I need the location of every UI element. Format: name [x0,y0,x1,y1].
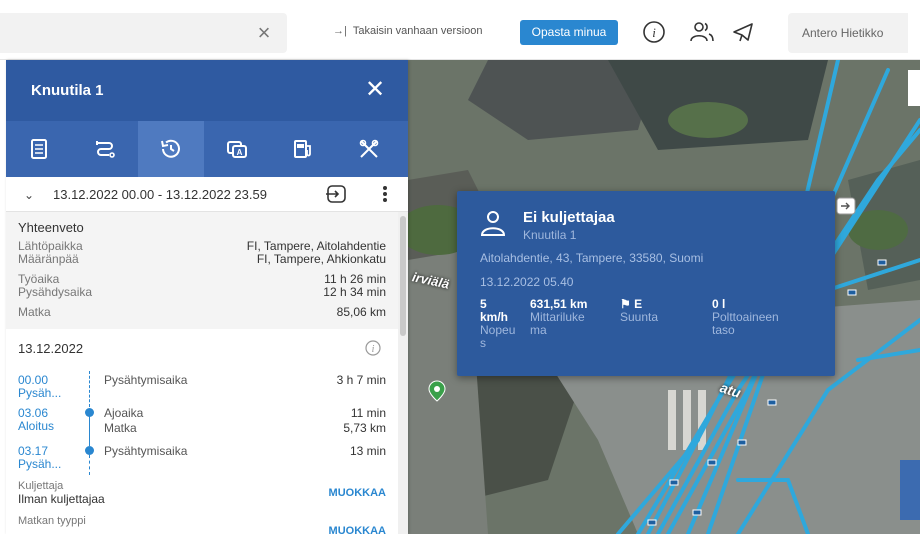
timeline-stop-line [89,371,90,407]
export-icon[interactable] [836,197,856,215]
fuel-label-cont: taso [712,323,735,337]
trip-type-label: Matkan tyyppi [18,515,86,527]
summary-row: Määränpää FI, Tampere, Ahkionkatu [18,253,386,266]
popup-driver-name: Ei kuljettajaa [523,209,615,226]
back-to-old-version-link[interactable]: →| Takaisin vanhaan versioon [333,25,483,37]
popup-stat-direction: ⚑ E Suunta [620,298,658,324]
edit-trip-type-link[interactable]: MUOKKAA [329,525,386,534]
panel-title: Knuutila 1 [31,82,104,99]
day-label: 13.12.2022 [18,341,84,356]
summary-key: Matka [18,305,51,319]
popup-address: Aitolahdentie, 43, Tampere, 33580, Suomi [480,251,704,265]
timeline-label: Pysähtymisaika [104,444,188,458]
top-bar: × →| Takaisin vanhaan versioon Opasta min… [0,0,920,60]
tab-details[interactable] [6,121,72,177]
panel-tabs: A [6,121,408,177]
driver-value: Ilman kuljettajaa [18,492,105,506]
vehicle-panel: Knuutila 1 ✕ A ⌄ 13.12.2022 00.00 - 13.1… [6,60,408,534]
popup-vehicle-name: Knuutila 1 [523,228,577,242]
timeline-stop-line [89,455,90,475]
summary-value: FI, Tampere, Ahkionkatu [256,252,386,266]
direction-flag-icon: ⚑ [620,297,635,311]
panel-content: Yhteenveto Lähtöpaikka FI, Tampere, Aito… [6,212,398,534]
popup-stat-speed: 5 km/h Nopeu s [480,298,515,350]
chevron-down-icon[interactable]: ⌄ [24,188,34,202]
day-header: 13.12.2022 i [6,329,398,367]
timeline-value: 3 h 7 min [336,373,386,387]
history-icon [161,139,180,158]
timeline-drive-line [89,412,90,446]
info-icon[interactable]: i [640,18,668,46]
arrow-to-bar-icon: →| [333,25,347,37]
guide-me-button[interactable]: Opasta minua [520,20,618,45]
edit-driver-link[interactable]: MUOKKAA [329,487,386,499]
vehicle-popup: Ei kuljettajaa Knuutila 1 Aitolahdentie,… [457,191,835,376]
timeline-value: 11 min [350,406,386,420]
summary-value: 12 h 34 min [323,285,386,299]
summary-value: 85,06 km [336,305,386,319]
timeline-label: Pysähtymisaika [104,373,188,387]
tab-tools[interactable] [336,121,402,177]
search-input[interactable] [8,13,238,53]
info-icon[interactable]: i [364,339,382,357]
svg-text:A: A [237,148,243,157]
timeline-sub[interactable]: Aloitus [18,420,54,433]
svg-text:i: i [652,25,656,40]
search-box: × [0,13,287,53]
summary-row: Matka 85,06 km [18,306,386,319]
timeline-dot [85,446,94,455]
date-range-text[interactable]: 13.12.2022 00.00 - 13.12.2022 23.59 [53,187,267,202]
summary-key: Pysähdysaika [18,285,93,299]
route-icon [96,141,115,158]
timeline-value: 13 min [349,444,386,458]
timeline: 00.00 Pysäh... Pysähtymisaika 3 h 7 min … [6,367,398,534]
tab-driver-card[interactable]: A [204,121,270,177]
more-vertical-icon[interactable] [378,183,392,205]
timeline-value: 5,73 km [343,421,386,435]
popup-stat-odometer: 631,51 km Mittariluke ma [530,298,587,337]
tab-fuel[interactable] [270,121,336,177]
summary-row: Pysähdysaika 12 h 34 min [18,286,386,299]
timeline-label: Ajoaika [104,406,144,420]
user-menu[interactable]: Antero Hietikko [788,13,908,53]
timeline-sub[interactable]: Pysäh... [18,458,61,471]
summary-title: Yhteenveto [18,220,84,235]
panel-header: Knuutila 1 ✕ [6,60,408,121]
document-icon [31,139,47,159]
close-icon[interactable]: ✕ [362,77,388,103]
person-icon [480,211,506,236]
popup-stat-fuel: 0 l Polttoaineen taso [712,298,779,337]
summary-section: Yhteenveto Lähtöpaikka FI, Tampere, Aito… [6,212,398,329]
driver-label: Kuljettaja [18,480,64,492]
announcement-icon[interactable] [730,18,758,46]
odometer-label-cont: ma [530,323,547,337]
tab-routes[interactable] [72,121,138,177]
fuel-icon [294,140,311,158]
tab-history[interactable] [138,121,204,177]
tools-icon [359,139,379,158]
summary-key: Määränpää [18,252,79,266]
driver-card-icon: A [227,141,247,158]
scrollbar[interactable] [398,212,408,534]
svg-text:i: i [372,344,375,355]
export-icon[interactable] [324,183,350,205]
users-icon[interactable] [688,18,716,46]
map-pin-icon[interactable] [428,380,446,402]
direction-label: Suunta [620,310,659,324]
timeline-sub[interactable]: Pysäh... [18,387,61,400]
back-link-label: Takaisin vanhaan versioon [352,25,483,37]
scrollbar-thumb[interactable] [400,216,406,336]
speed-label-cont: s [480,336,486,350]
timeline-label: Matka [104,421,137,435]
close-icon[interactable]: × [252,21,276,45]
date-range-row[interactable]: ⌄ 13.12.2022 00.00 - 13.12.2022 23.59 [6,177,408,212]
popup-datetime: 13.12.2022 05.40 [480,275,574,289]
direction-letter: E [634,297,643,311]
